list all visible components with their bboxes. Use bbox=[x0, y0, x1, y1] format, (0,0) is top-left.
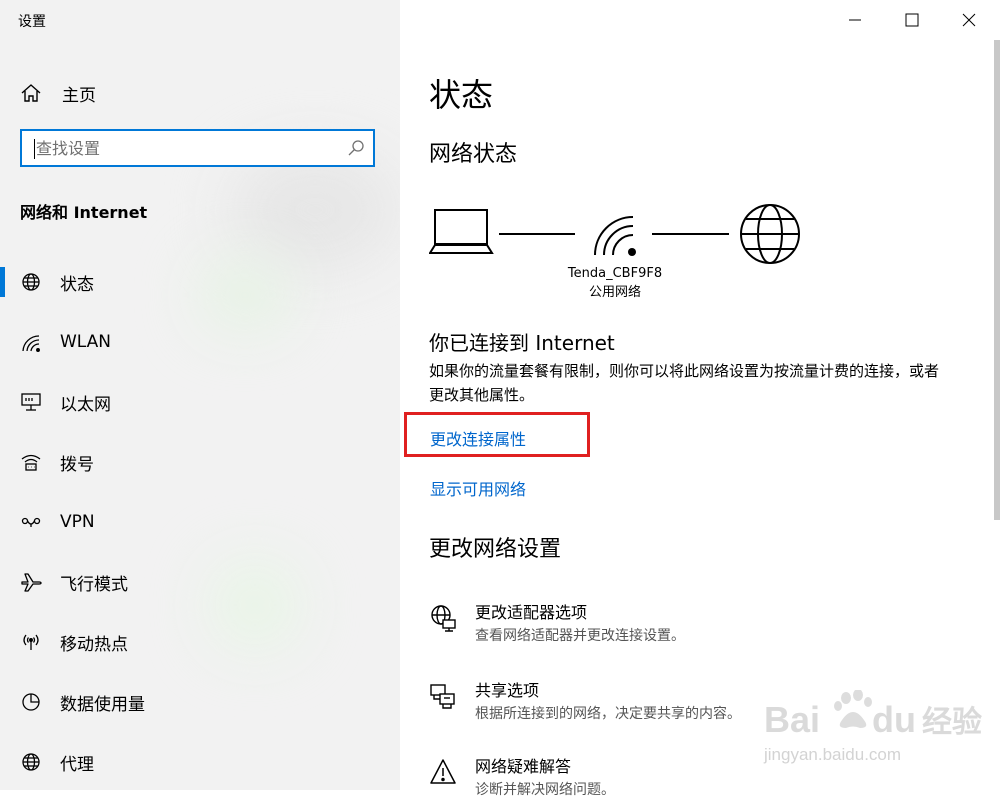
setting-adapter-options[interactable]: 更改适配器选项 查看网络适配器并更改连接设置。 bbox=[429, 602, 685, 646]
connection-description: 如果你的流量套餐有限制，则你可以将此网络设置为按流量计费的连接，或者更改其他属性… bbox=[429, 362, 940, 404]
sidebar-item-vpn[interactable]: VPN bbox=[0, 492, 400, 552]
home-label: 主页 bbox=[62, 85, 96, 106]
sidebar-item-proxy[interactable]: 代理 bbox=[0, 732, 400, 790]
setting-description: 根据所连接到的网络，决定要共享的内容。 bbox=[475, 706, 741, 722]
setting-sharing-options[interactable]: 共享选项 根据所连接到的网络，决定要共享的内容。 bbox=[429, 680, 741, 724]
ethernet-icon bbox=[20, 391, 42, 413]
dialup-icon bbox=[20, 451, 42, 473]
setting-network-troubleshooter[interactable]: 网络疑难解答 诊断并解决网络问题。 bbox=[429, 756, 615, 800]
highlight-box bbox=[404, 412, 590, 457]
search-box[interactable] bbox=[20, 129, 375, 167]
sidebar-item-label: 数据使用量 bbox=[60, 694, 145, 715]
setting-title: 共享选项 bbox=[475, 681, 540, 700]
selected-indicator bbox=[0, 267, 5, 297]
sidebar-item-label: 代理 bbox=[60, 754, 94, 775]
svg-text:du: du bbox=[872, 699, 916, 740]
show-available-networks-link[interactable]: 显示可用网络 bbox=[430, 476, 526, 500]
network-ssid: Tenda_CBF9F8 bbox=[567, 266, 663, 281]
sidebar: 设置 主页 网络和 Internet 状态 bbox=[0, 0, 400, 790]
network-type: 公用网络 bbox=[588, 285, 641, 300]
network-status-heading: 网络状态 bbox=[429, 142, 518, 167]
sidebar-item-label: 飞行模式 bbox=[60, 574, 128, 595]
sidebar-item-label: 拨号 bbox=[60, 454, 94, 475]
data-usage-icon bbox=[20, 691, 42, 713]
globe-icon bbox=[20, 271, 42, 293]
svg-text:Bai: Bai bbox=[764, 699, 820, 740]
sidebar-item-mobile-hotspot[interactable]: 移动热点 bbox=[0, 612, 400, 672]
sidebar-nav: 状态 WLAN 以太网 拨号 VPN 飞行模式 移动热点 数据使用量 代理 bbox=[0, 252, 400, 790]
baidu-watermark-logo: Bai du 经验 jingyan.baidu.com bbox=[763, 690, 982, 764]
sidebar-item-airplane-mode[interactable]: 飞行模式 bbox=[0, 552, 400, 612]
sidebar-item-label: 以太网 bbox=[60, 394, 111, 415]
wifi-signal-icon bbox=[594, 216, 636, 256]
search-input[interactable] bbox=[22, 130, 347, 166]
network-info: Tenda_CBF9F8 公用网络 bbox=[546, 264, 684, 302]
warning-icon bbox=[429, 758, 457, 786]
sidebar-item-label: WLAN bbox=[60, 332, 112, 352]
sidebar-item-data-usage[interactable]: 数据使用量 bbox=[0, 672, 400, 732]
internet-globe-icon bbox=[740, 204, 800, 264]
maximize-button[interactable] bbox=[887, 0, 937, 40]
sidebar-item-label: 状态 bbox=[60, 274, 94, 295]
svg-text:经验: 经验 bbox=[922, 705, 982, 740]
sidebar-item-dialup[interactable]: 拨号 bbox=[0, 432, 400, 492]
window-title: 设置 bbox=[18, 14, 46, 30]
search-icon[interactable] bbox=[347, 139, 365, 157]
sidebar-item-status[interactable]: 状态 bbox=[0, 252, 400, 312]
text-caret bbox=[34, 139, 35, 159]
adapter-icon bbox=[429, 604, 457, 632]
airplane-icon bbox=[20, 571, 42, 593]
globe-icon bbox=[20, 751, 42, 773]
sidebar-item-label: 移动热点 bbox=[60, 634, 128, 655]
close-button[interactable] bbox=[944, 0, 994, 40]
minimize-icon bbox=[849, 19, 861, 21]
sharing-icon bbox=[429, 682, 457, 710]
setting-description: 查看网络适配器并更改连接设置。 bbox=[475, 628, 685, 644]
hotspot-icon bbox=[20, 631, 42, 653]
setting-title: 网络疑难解答 bbox=[475, 757, 572, 776]
minimize-button[interactable] bbox=[830, 0, 880, 40]
sidebar-home[interactable]: 主页 bbox=[20, 78, 96, 108]
change-network-settings-heading: 更改网络设置 bbox=[429, 537, 562, 562]
home-icon bbox=[21, 84, 41, 102]
sidebar-item-wlan[interactable]: WLAN bbox=[0, 312, 400, 372]
sidebar-item-ethernet[interactable]: 以太网 bbox=[0, 372, 400, 432]
maximize-icon bbox=[905, 13, 919, 27]
page-title: 状态 bbox=[429, 76, 494, 114]
main-content: 状态 网络状态 Tenda_CBF9F8 公用网络 你已连接到 Internet… bbox=[400, 0, 1000, 798]
connected-heading: 你已连接到 Internet bbox=[429, 331, 615, 355]
setting-title: 更改适配器选项 bbox=[475, 603, 588, 622]
scrollbar[interactable] bbox=[994, 40, 1000, 520]
wifi-icon bbox=[20, 331, 42, 353]
sidebar-section-title: 网络和 Internet bbox=[20, 203, 148, 222]
close-icon bbox=[962, 13, 976, 27]
vpn-icon bbox=[20, 511, 42, 533]
sidebar-item-label: VPN bbox=[60, 512, 95, 532]
setting-description: 诊断并解决网络问题。 bbox=[475, 782, 615, 798]
laptop-icon bbox=[429, 209, 494, 254]
svg-text:jingyan.baidu.com: jingyan.baidu.com bbox=[763, 745, 901, 764]
